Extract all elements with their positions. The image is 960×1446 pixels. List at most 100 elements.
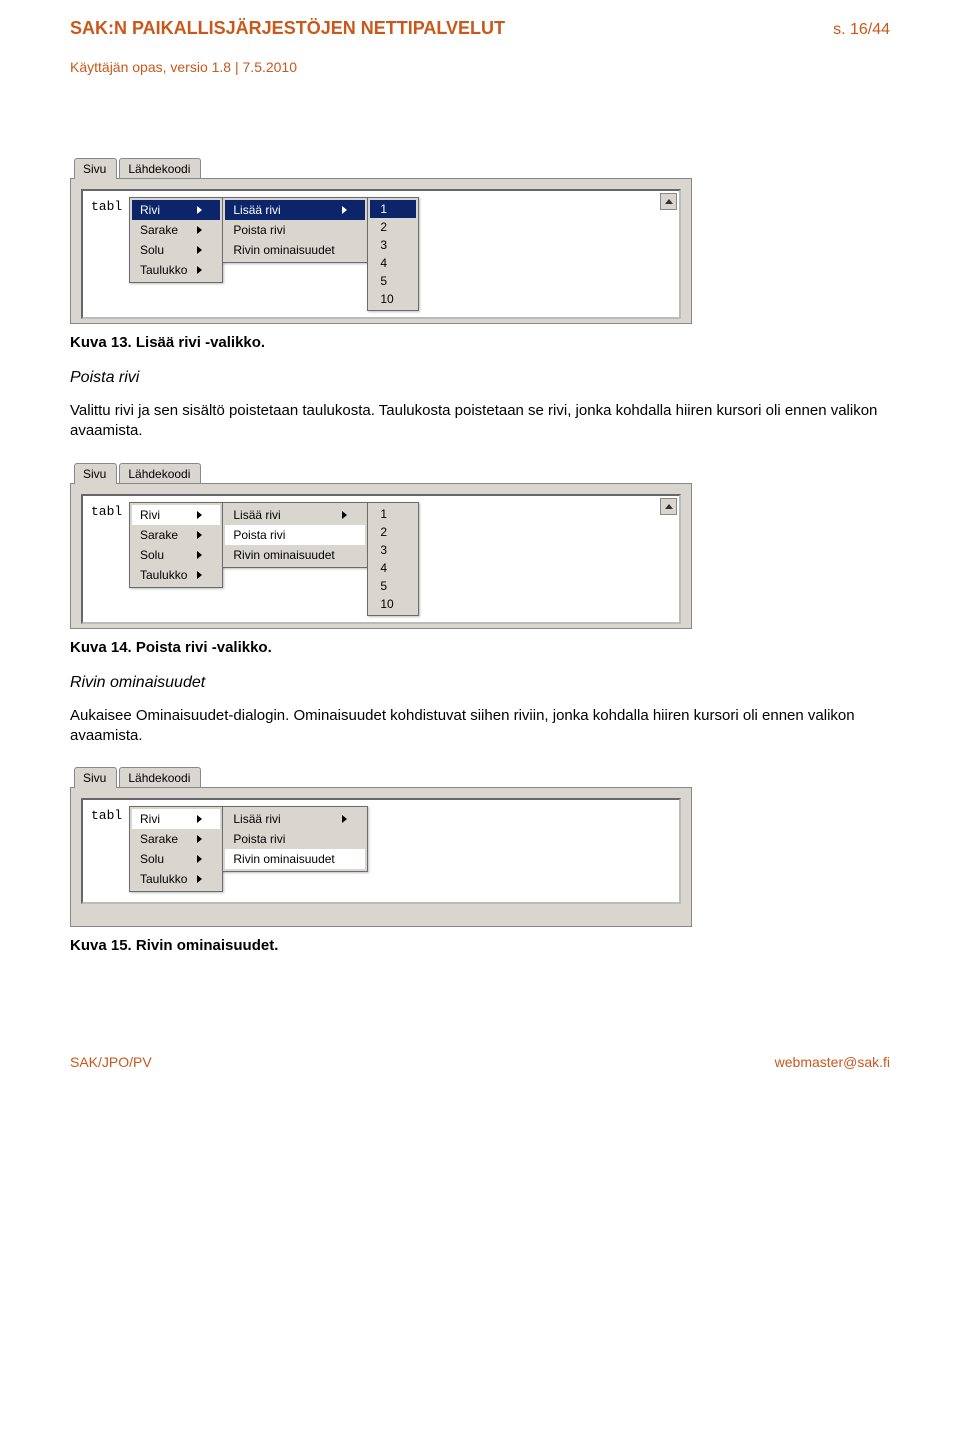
menu-item-poista-rivi[interactable]: Poista rivi [225,220,365,240]
editor-tabs: Sivu Lähdekoodi [70,460,692,483]
menu-num-1[interactable]: 1 [370,200,415,218]
menu-label: Poista rivi [233,528,285,542]
menu-item-sarake[interactable]: Sarake [132,525,220,545]
menu-num-5[interactable]: 5 [370,577,415,595]
menu-label: Poista rivi [233,832,285,846]
menu-label: Rivi [140,812,160,826]
editor-content-text: tabl [91,504,122,519]
editor-area[interactable]: tabl Rivi Sarake Solu Taulukko Lisää riv… [81,494,681,624]
context-menu-1: Rivi Sarake Solu Taulukko [129,197,223,283]
menu-item-poista-rivi[interactable]: Poista rivi [225,829,365,849]
scroll-up-icon[interactable] [660,498,677,515]
editor-tabs: Sivu Lähdekoodi [70,155,692,178]
menu-item-lisaa-rivi[interactable]: Lisää rivi [225,809,365,829]
menu-num-3[interactable]: 3 [370,236,415,254]
menu-item-rivi[interactable]: Rivi [132,200,220,220]
menu-item-solu[interactable]: Solu [132,545,220,565]
section-rivin-omin-body: Aukaisee Ominaisuudet-dialogin. Ominaisu… [70,706,890,747]
figure-13-caption: Kuva 13. Lisää rivi -valikko. [70,334,890,351]
editor-area[interactable]: tabl Rivi Sarake Solu Taulukko Lisää riv… [81,189,681,319]
chevron-right-icon [197,266,202,274]
context-menu-3: 1 2 3 4 5 10 [367,502,418,616]
chevron-right-icon [342,815,347,823]
context-menu-1: Rivi Sarake Solu Taulukko [129,806,223,892]
menu-label: Rivi [140,508,160,522]
figure-13: Sivu Lähdekoodi tabl Rivi Sarake Solu Ta… [70,155,692,324]
editor-tabs: Sivu Lähdekoodi [70,764,692,787]
menu-label: Solu [140,243,164,257]
menu-item-lisaa-rivi[interactable]: Lisää rivi [225,200,365,220]
menu-label: Lisää rivi [233,203,280,217]
chevron-right-icon [197,511,202,519]
menu-item-solu[interactable]: Solu [132,240,220,260]
menu-label: Rivi [140,203,160,217]
menu-label: Rivin ominaisuudet [233,548,334,562]
doc-subtitle: Käyttäjän opas, versio 1.8 | 7.5.2010 [70,59,890,75]
chevron-right-icon [197,551,202,559]
menu-label: Lisää rivi [233,812,280,826]
scroll-up-icon[interactable] [660,193,677,210]
context-menu-cascade: Rivi Sarake Solu Taulukko Lisää rivi Poi… [129,502,418,616]
section-poista-rivi-heading: Poista rivi [70,369,890,387]
context-menu-2: Lisää rivi Poista rivi Rivin ominaisuude… [222,806,368,872]
menu-num-10[interactable]: 10 [370,595,415,613]
chevron-right-icon [197,835,202,843]
menu-num-4[interactable]: 4 [370,559,415,577]
menu-item-solu[interactable]: Solu [132,849,220,869]
menu-item-taulukko[interactable]: Taulukko [132,869,220,889]
menu-item-taulukko[interactable]: Taulukko [132,565,220,585]
menu-label: Solu [140,852,164,866]
menu-item-lisaa-rivi[interactable]: Lisää rivi [225,505,365,525]
footer-left: SAK/JPO/PV [70,1054,152,1070]
menu-item-rivi[interactable]: Rivi [132,505,220,525]
menu-num-3[interactable]: 3 [370,541,415,559]
menu-item-rivin-ominaisuudet[interactable]: Rivin ominaisuudet [225,545,365,565]
menu-item-rivin-ominaisuudet[interactable]: Rivin ominaisuudet [225,849,365,869]
menu-label: Rivin ominaisuudet [233,243,334,257]
context-menu-cascade: Rivi Sarake Solu Taulukko Lisää rivi Poi… [129,197,418,311]
editor-area[interactable]: tabl Rivi Sarake Solu Taulukko Lisää riv… [81,798,681,904]
tab-lahdekoodi[interactable]: Lähdekoodi [119,158,201,179]
page-footer: SAK/JPO/PV webmaster@sak.fi [70,1054,890,1070]
figure-14: Sivu Lähdekoodi tabl Rivi Sarake Solu Ta… [70,460,692,629]
doc-title: SAK:N PAIKALLISJÄRJESTÖJEN NETTIPALVELUT [70,18,505,39]
menu-num-5[interactable]: 5 [370,272,415,290]
chevron-right-icon [197,855,202,863]
context-menu-cascade: Rivi Sarake Solu Taulukko Lisää rivi Poi… [129,806,367,892]
tab-sivu[interactable]: Sivu [74,767,117,788]
figure-15: Sivu Lähdekoodi tabl Rivi Sarake Solu Ta… [70,764,692,927]
chevron-right-icon [197,815,202,823]
context-menu-2: Lisää rivi Poista rivi Rivin ominaisuude… [222,197,368,263]
menu-num-1[interactable]: 1 [370,505,415,523]
menu-item-rivin-ominaisuudet[interactable]: Rivin ominaisuudet [225,240,365,260]
chevron-right-icon [342,511,347,519]
menu-item-sarake[interactable]: Sarake [132,220,220,240]
menu-num-4[interactable]: 4 [370,254,415,272]
tab-sivu[interactable]: Sivu [74,158,117,179]
page-header: SAK:N PAIKALLISJÄRJESTÖJEN NETTIPALVELUT… [70,18,890,39]
menu-label: Poista rivi [233,223,285,237]
menu-num-10[interactable]: 10 [370,290,415,308]
section-rivin-omin-heading: Rivin ominaisuudet [70,674,890,692]
chevron-right-icon [197,875,202,883]
menu-label: Solu [140,548,164,562]
menu-label: Rivin ominaisuudet [233,852,334,866]
menu-num-2[interactable]: 2 [370,523,415,541]
menu-num-2[interactable]: 2 [370,218,415,236]
chevron-right-icon [197,571,202,579]
menu-item-rivi[interactable]: Rivi [132,809,220,829]
tab-sivu[interactable]: Sivu [74,463,117,484]
context-menu-1: Rivi Sarake Solu Taulukko [129,502,223,588]
menu-item-taulukko[interactable]: Taulukko [132,260,220,280]
editor-content-text: tabl [91,808,122,823]
menu-item-poista-rivi[interactable]: Poista rivi [225,525,365,545]
tab-lahdekoodi[interactable]: Lähdekoodi [119,463,201,484]
menu-label: Sarake [140,832,178,846]
figure-14-caption: Kuva 14. Poista rivi -valikko. [70,639,890,656]
menu-item-sarake[interactable]: Sarake [132,829,220,849]
footer-right: webmaster@sak.fi [775,1054,890,1070]
menu-label: Sarake [140,528,178,542]
menu-label: Taulukko [140,263,187,277]
chevron-right-icon [197,531,202,539]
tab-lahdekoodi[interactable]: Lähdekoodi [119,767,201,788]
